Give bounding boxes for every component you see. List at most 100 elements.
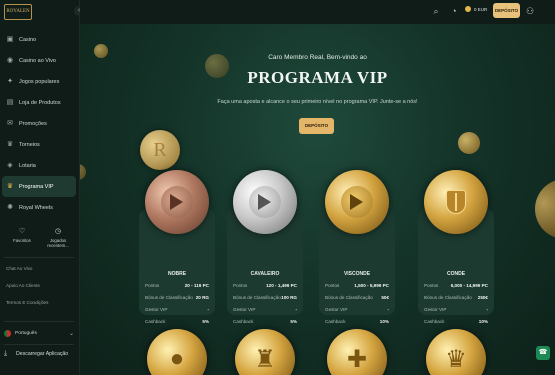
sidebar-nav: ▣ Casino ◉ Casino ao Vivo ✦ Jogos populares… [2, 29, 76, 218]
sidebar-item-label: Programa VIP [19, 183, 54, 190]
shop-icon: ▤ [6, 98, 14, 106]
sidebar-item-royal-wheels[interactable]: ✺ Royal Wheels [2, 197, 76, 218]
coin-letter-r-icon: R [153, 139, 167, 161]
live-casino-icon: ◉ [6, 56, 14, 64]
live-chat-button[interactable]: ☎ [536, 346, 550, 360]
medal-symbol: ♜ [254, 346, 276, 373]
bell-icon[interactable]: ◔ [448, 5, 460, 17]
tier-name: NOBRE [167, 271, 187, 277]
deposit-button[interactable]: DEPÓSITO [299, 118, 334, 134]
sidebar-item-live-casino[interactable]: ◉ Casino ao Vivo [2, 50, 76, 71]
recently-played-button[interactable]: ◷ Jogados recentem... [40, 227, 76, 248]
language-select[interactable]: Português ⌄ [4, 327, 74, 339]
user-icon[interactable]: ⚇ [524, 5, 536, 17]
row-label: Pontos [424, 283, 439, 288]
popular-games-icon: ✦ [7, 77, 13, 85]
sidebar-item-promotions[interactable]: ✉ Promoções [2, 113, 76, 134]
tier-row: Gestor VIP - [233, 307, 297, 312]
tier-row: Bónus de Classificação 50€ [325, 295, 389, 300]
sidebar-item-popular-games[interactable]: ✦ Jogos populares [2, 71, 76, 92]
gold-shield-medal-icon [424, 170, 488, 234]
row-value: 20 - 119 PC [184, 283, 209, 288]
row-value: 20 RG [195, 295, 209, 300]
play-triangle-icon [170, 194, 183, 210]
tier-row: Gestor VIP - [145, 307, 209, 312]
vip-program-page: R Caro Membro Real, Bem-vindo ao PROGRAM… [80, 24, 555, 375]
tier-row: Pontos 120 - 1,499 PC [233, 283, 297, 288]
brand-logo[interactable]: ROYALEN [4, 4, 32, 20]
tier-row: Cashback 10% [424, 319, 488, 324]
row-label: Gestor VIP [233, 307, 256, 312]
row-label: Pontos [325, 283, 340, 288]
tier-row: Cashback 5% [233, 319, 297, 324]
row-value: - [295, 307, 297, 312]
row-value: 10% [478, 319, 488, 324]
page-title: PROGRAMA VIP [247, 68, 388, 87]
customer-support-link[interactable]: Apoio Ao Cliente [6, 282, 48, 299]
welcome-text: Caro Membro Real, Bem-vindo ao [268, 54, 367, 61]
favorites-button[interactable]: ♡ Favoritos [4, 227, 40, 248]
gold-medal-icon: ● [147, 329, 207, 375]
row-value: 120 - 1,499 PC [266, 283, 297, 288]
sidebar-item-casino[interactable]: ▣ Casino [2, 29, 76, 50]
live-chat-link[interactable]: Chat Ao Vivo [6, 265, 48, 282]
decorative-coin [458, 132, 480, 154]
sidebar-item-lottery[interactable]: ◈ Lotaria [2, 155, 76, 176]
divider [4, 344, 74, 345]
recently-played-label: Jogados recentem... [47, 238, 69, 248]
medal-symbol: ✚ [346, 346, 368, 373]
bronze-medal-icon [145, 170, 209, 234]
header-deposit-button[interactable]: DEPÓSITO [493, 3, 520, 18]
row-label: Pontos [145, 283, 160, 288]
row-label: Cashback [145, 319, 166, 324]
row-label: Gestor VIP [325, 307, 348, 312]
row-value: 50€ [381, 295, 389, 300]
knight-helmet-medal-icon: ♜ [235, 329, 295, 375]
balance-display[interactable]: 0 EUR [465, 6, 487, 12]
tier-row: Gestor VIP - [325, 307, 389, 312]
tier-row: Cashback 10% [325, 319, 389, 324]
trophy-icon: ♛ [6, 140, 14, 148]
row-label: Cashback [325, 319, 346, 324]
sidebar-item-label: Royal Wheels [19, 204, 53, 211]
divider [4, 321, 74, 322]
crown-medal-icon: ♛ [426, 329, 486, 375]
row-value: 1,500 - 5,999 PC [354, 283, 389, 288]
cross-medal-icon: ✚ [327, 329, 387, 375]
row-value: 5% [202, 319, 209, 324]
lottery-icon: ◈ [7, 161, 13, 169]
sidebar-item-shop[interactable]: ▤ Loja de Produtos [2, 92, 76, 113]
tier-name: CAVALEIRO [250, 271, 280, 277]
row-value: 250€ [477, 295, 488, 300]
row-label: Pontos [233, 283, 248, 288]
tier-row: Pontos 1,500 - 5,999 PC [325, 283, 389, 288]
coin-icon [465, 6, 471, 12]
medal-symbol: ● [169, 345, 185, 372]
play-triangle-icon [350, 194, 363, 210]
favorites-label: Favoritos [13, 238, 31, 243]
row-value: - [387, 307, 389, 312]
row-value: 100 RG [281, 295, 297, 300]
row-label: Cashback [424, 319, 445, 324]
sidebar-item-label: Promoções [19, 120, 47, 127]
decorative-coin: R [140, 130, 180, 170]
row-value: - [486, 307, 488, 312]
chat-icon: ☎ [538, 349, 548, 356]
download-app-button[interactable]: ⤓ Descarregar Aplicação [4, 350, 68, 358]
sidebar-item-label: Lotaria [19, 162, 36, 169]
terms-link[interactable]: Termos E Condições [6, 299, 48, 316]
heart-icon: ♡ [18, 228, 26, 235]
download-label: Descarregar Aplicação [16, 351, 69, 357]
search-icon[interactable]: ⌕ [430, 5, 442, 17]
wheel-icon: ✺ [7, 203, 13, 211]
divider [4, 257, 74, 258]
decorative-coin [80, 164, 86, 180]
silver-medal-icon [233, 170, 297, 234]
sidebar-item-vip-program[interactable]: ♛ Programa VIP [2, 176, 76, 197]
page-subtitle: Faça uma aposta e alcance o seu primeiro… [217, 99, 418, 105]
sidebar-item-label: Casino [19, 36, 37, 43]
casino-icon: ▣ [6, 35, 14, 43]
sidebar-item-tournaments[interactable]: ♛ Torneios [2, 134, 76, 155]
row-value: - [207, 307, 209, 312]
tier-row: Cashback 5% [145, 319, 209, 324]
